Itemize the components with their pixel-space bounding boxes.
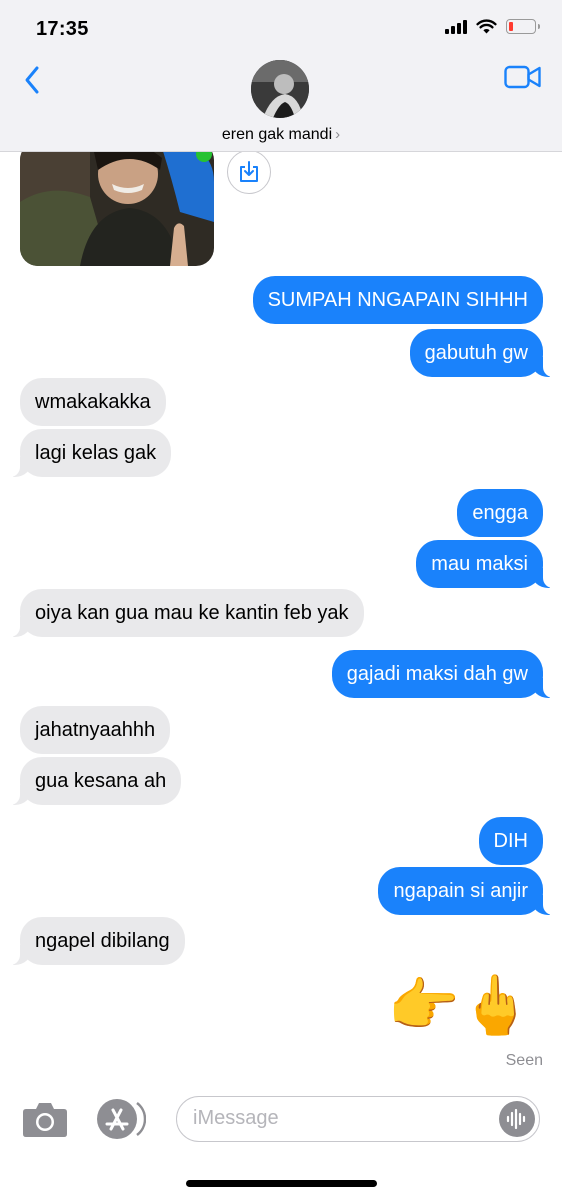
sent-message[interactable]: mau maksi xyxy=(416,540,555,588)
battery-icon xyxy=(506,19,540,34)
contact-avatar[interactable] xyxy=(251,60,309,118)
camera-icon xyxy=(23,1103,67,1137)
status-bar: 17:35 xyxy=(0,0,562,56)
save-image-button[interactable] xyxy=(227,152,271,194)
read-receipt: Seen xyxy=(505,1052,543,1069)
photo-message[interactable] xyxy=(20,152,214,266)
home-indicator xyxy=(186,1180,377,1187)
sent-message[interactable]: DIH xyxy=(478,817,543,865)
audio-message-button[interactable] xyxy=(499,1101,535,1137)
battery-level xyxy=(509,22,514,31)
app-store-icon xyxy=(97,1099,147,1139)
audio-waveform-icon xyxy=(506,1109,526,1129)
sent-message[interactable]: gabutuh gw xyxy=(409,329,556,377)
camera-button[interactable] xyxy=(22,1100,68,1138)
received-message[interactable]: gua kesana ah xyxy=(7,757,182,805)
download-icon xyxy=(240,161,258,182)
imessage-field[interactable] xyxy=(176,1096,540,1142)
composer-bar xyxy=(0,1072,562,1200)
photo-image xyxy=(20,152,214,266)
sent-message[interactable]: gajadi maksi dah gw xyxy=(331,650,556,698)
received-message[interactable]: lagi kelas gak xyxy=(7,429,172,477)
app-store-button[interactable] xyxy=(96,1098,147,1140)
avatar-photo xyxy=(251,60,309,118)
conversation-header: eren gak mandi › xyxy=(0,56,562,152)
contact-name-button[interactable]: eren gak mandi › xyxy=(0,126,562,144)
received-message[interactable]: jahatnyaahhh xyxy=(20,706,171,754)
message-input[interactable] xyxy=(193,1097,493,1140)
chevron-right-icon: › xyxy=(335,126,341,143)
contact-name: eren gak mandi xyxy=(221,126,333,143)
status-icons xyxy=(445,19,540,34)
message-thread[interactable]: SUMPAH NNGAPAIN SIHHH gabutuh gw wmakaka… xyxy=(0,152,562,1072)
chevron-left-icon xyxy=(25,66,39,94)
status-time: 17:35 xyxy=(36,18,89,40)
emoji-message[interactable]: 👉🖕 xyxy=(388,974,532,1038)
facetime-video-button[interactable] xyxy=(504,64,542,90)
cellular-signal-icon xyxy=(445,19,467,34)
received-message[interactable]: wmakakakka xyxy=(20,378,166,426)
received-message[interactable]: oiya kan gua mau ke kantin feb yak xyxy=(8,589,364,637)
received-message[interactable]: ngapel dibilang xyxy=(8,917,185,965)
video-camera-icon xyxy=(504,65,541,89)
sent-message[interactable]: ngapain si anjir xyxy=(378,867,555,915)
back-button[interactable] xyxy=(18,62,48,98)
sent-message[interactable]: engga xyxy=(457,489,543,537)
wifi-icon xyxy=(476,19,497,34)
sent-message[interactable]: SUMPAH NNGAPAIN SIHHH xyxy=(252,276,543,324)
